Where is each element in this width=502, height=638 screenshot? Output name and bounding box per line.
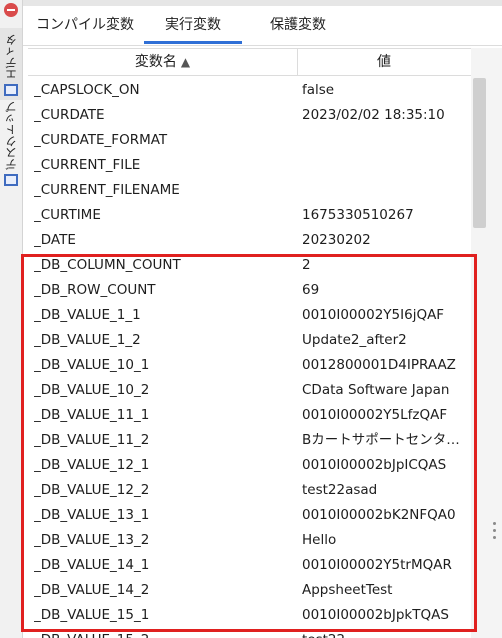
table-row[interactable]: _DB_VALUE_10_1 0012800001D4IPRAAZ [28, 353, 471, 378]
table-row[interactable]: _DB_ROW_COUNT 69 [28, 278, 471, 303]
variable-name: _DATE [34, 232, 76, 248]
column-header-value[interactable]: 値 [297, 49, 471, 75]
editor-icon [4, 84, 18, 96]
variable-value: test22 [302, 628, 467, 638]
variable-value: 0010I00002bJpICQAS [302, 457, 447, 473]
table-row[interactable]: _CURTIME 1675330510267 [28, 203, 471, 228]
table-row[interactable]: _DB_VALUE_14_2 AppsheetTest [28, 578, 471, 603]
variable-value: 69 [302, 282, 320, 298]
tab-compile-variables[interactable]: コンパイル変数 [31, 8, 139, 44]
variable-name: _DB_VALUE_11_1 [34, 407, 150, 423]
variable-value: 20230202 [302, 232, 371, 248]
table-row[interactable]: _CURRENT_FILENAME [28, 178, 471, 203]
variable-name: _CURRENT_FILENAME [34, 182, 180, 198]
table-row[interactable]: _DB_COLUMN_COUNT 2 [28, 253, 471, 278]
variable-value: Update2_after2 [302, 332, 407, 348]
variable-name: _DB_VALUE_10_2 [34, 382, 150, 398]
side-tab-desktop[interactable]: デスクトップ [0, 101, 22, 190]
table-row[interactable]: _DB_VALUE_10_2 CData Software Japan [28, 378, 471, 403]
scrollbar-thumb[interactable] [473, 78, 486, 228]
variable-value: 0010I00002Y5I6jQAF [302, 307, 445, 323]
tab-runtime-variables[interactable]: 実行変数 [144, 8, 242, 44]
table-row[interactable]: _DB_VALUE_13_1 0010I00002bK2NFQA0 [28, 503, 471, 528]
sort-ascending-icon: ▲ [180, 55, 191, 69]
table-row[interactable]: _DB_VALUE_14_1 0010I00002Y5trMQAR [28, 553, 471, 578]
table-row[interactable]: _DATE 20230202 [28, 228, 471, 253]
variable-value: false [302, 82, 335, 98]
variable-name: _CURDATE_FORMAT [34, 132, 168, 148]
vertical-scrollbar[interactable] [471, 48, 488, 638]
variable-name: _DB_VALUE_1_1 [34, 307, 141, 323]
variable-value: 0010I00002bJpkTQAS [302, 607, 449, 623]
table-row[interactable]: _DB_VALUE_12_1 0010I00002bJpICQAS [28, 453, 471, 478]
variable-value: Bカートサポートセンター111... [302, 432, 467, 448]
grip-dot-icon [493, 536, 496, 539]
side-tab-editor-label: エディタ [4, 34, 18, 80]
panel-splitter[interactable] [488, 48, 502, 638]
table-row[interactable]: _DB_VALUE_1_2 Update2_after2 [28, 328, 471, 353]
variable-name: _DB_VALUE_14_1 [34, 557, 150, 573]
table-row[interactable]: _DB_VALUE_15_1 0010I00002bJpkTQAS [28, 603, 471, 628]
variable-value: 2 [302, 257, 311, 273]
table-row[interactable]: _DB_VALUE_11_2 Bカートサポートセンター111... [28, 428, 471, 453]
table-row[interactable]: _CURDATE_FORMAT [28, 128, 471, 153]
variable-value: AppsheetTest [302, 582, 393, 598]
variable-value: 0010I00002bK2NFQA0 [302, 507, 456, 523]
variable-value: CData Software Japan [302, 382, 450, 398]
table-row[interactable]: _DB_VALUE_1_1 0010I00002Y5I6jQAF [28, 303, 471, 328]
column-header-name-label: 変数名 [134, 54, 177, 70]
variable-name: _CURDATE [34, 107, 105, 123]
table-row[interactable]: _CURRENT_FILE [28, 153, 471, 178]
table-body: _CAPSLOCK_ON false _CURDATE 2023/02/02 18:3… [28, 78, 471, 638]
variable-name: _CURTIME [34, 207, 101, 223]
variables-table: 変数名 ▲ 値 _CAPSLOCK_ON false _CURDATE 2023/02/… [28, 48, 471, 638]
table-header: 変数名 ▲ 値 [28, 48, 471, 76]
side-tab-editor[interactable]: エディタ [0, 28, 22, 100]
variable-name: _DB_VALUE_12_2 [34, 482, 150, 498]
table-row[interactable]: _CURDATE 2023/02/02 18:35:10 [28, 103, 471, 128]
variable-value: Hello [302, 532, 337, 548]
variable-name: _CAPSLOCK_ON [34, 82, 140, 98]
tabbar-edge [23, 0, 502, 6]
desktop-icon [4, 174, 18, 186]
variable-name: _DB_VALUE_10_1 [34, 357, 150, 373]
table-row[interactable]: _DB_VALUE_11_1 0010I00002Y5LfzQAF [28, 403, 471, 428]
variable-tabs: コンパイル変数 実行変数 保護変数 [23, 0, 502, 46]
tab-protected-variables[interactable]: 保護変数 [249, 8, 347, 44]
variable-name: _DB_VALUE_14_2 [34, 582, 150, 598]
variable-name: _DB_VALUE_15_1 [34, 607, 150, 623]
column-header-name[interactable]: 変数名 ▲ [28, 49, 298, 75]
variable-name: _DB_VALUE_13_1 [34, 507, 150, 523]
grip-dot-icon [493, 529, 496, 532]
table-row[interactable]: _CAPSLOCK_ON false [28, 78, 471, 103]
variable-name: _DB_VALUE_1_2 [34, 332, 141, 348]
variable-name: _DB_VALUE_11_2 [34, 432, 150, 448]
variable-name: _DB_VALUE_12_1 [34, 457, 150, 473]
variable-name: _DB_VALUE_15_2 [34, 628, 296, 638]
variable-name: _CURRENT_FILE [34, 157, 141, 173]
variable-name: _DB_COLUMN_COUNT [34, 257, 181, 273]
table-row[interactable]: _DB_VALUE_12_2 test22asad [28, 478, 471, 503]
variable-value: 2023/02/02 18:35:10 [302, 107, 445, 123]
variable-name: _DB_VALUE_13_2 [34, 532, 150, 548]
variable-value: 0010I00002Y5LfzQAF [302, 407, 448, 423]
table-row[interactable]: _DB_VALUE_15_2 test22 [28, 628, 471, 638]
variable-value: test22asad [302, 482, 378, 498]
table-row[interactable]: _DB_VALUE_13_2 Hello [28, 528, 471, 553]
variable-value: 0010I00002Y5trMQAR [302, 557, 452, 573]
grip-dot-icon [493, 522, 496, 525]
variable-name: _DB_ROW_COUNT [34, 282, 156, 298]
variable-value: 0012800001D4IPRAAZ [302, 357, 456, 373]
side-tab-desktop-label: デスクトップ [4, 101, 18, 170]
variable-value: 1675330510267 [302, 207, 414, 223]
minimize-icon[interactable] [4, 3, 18, 17]
side-toolbar: エディタ デスクトップ [0, 0, 23, 638]
